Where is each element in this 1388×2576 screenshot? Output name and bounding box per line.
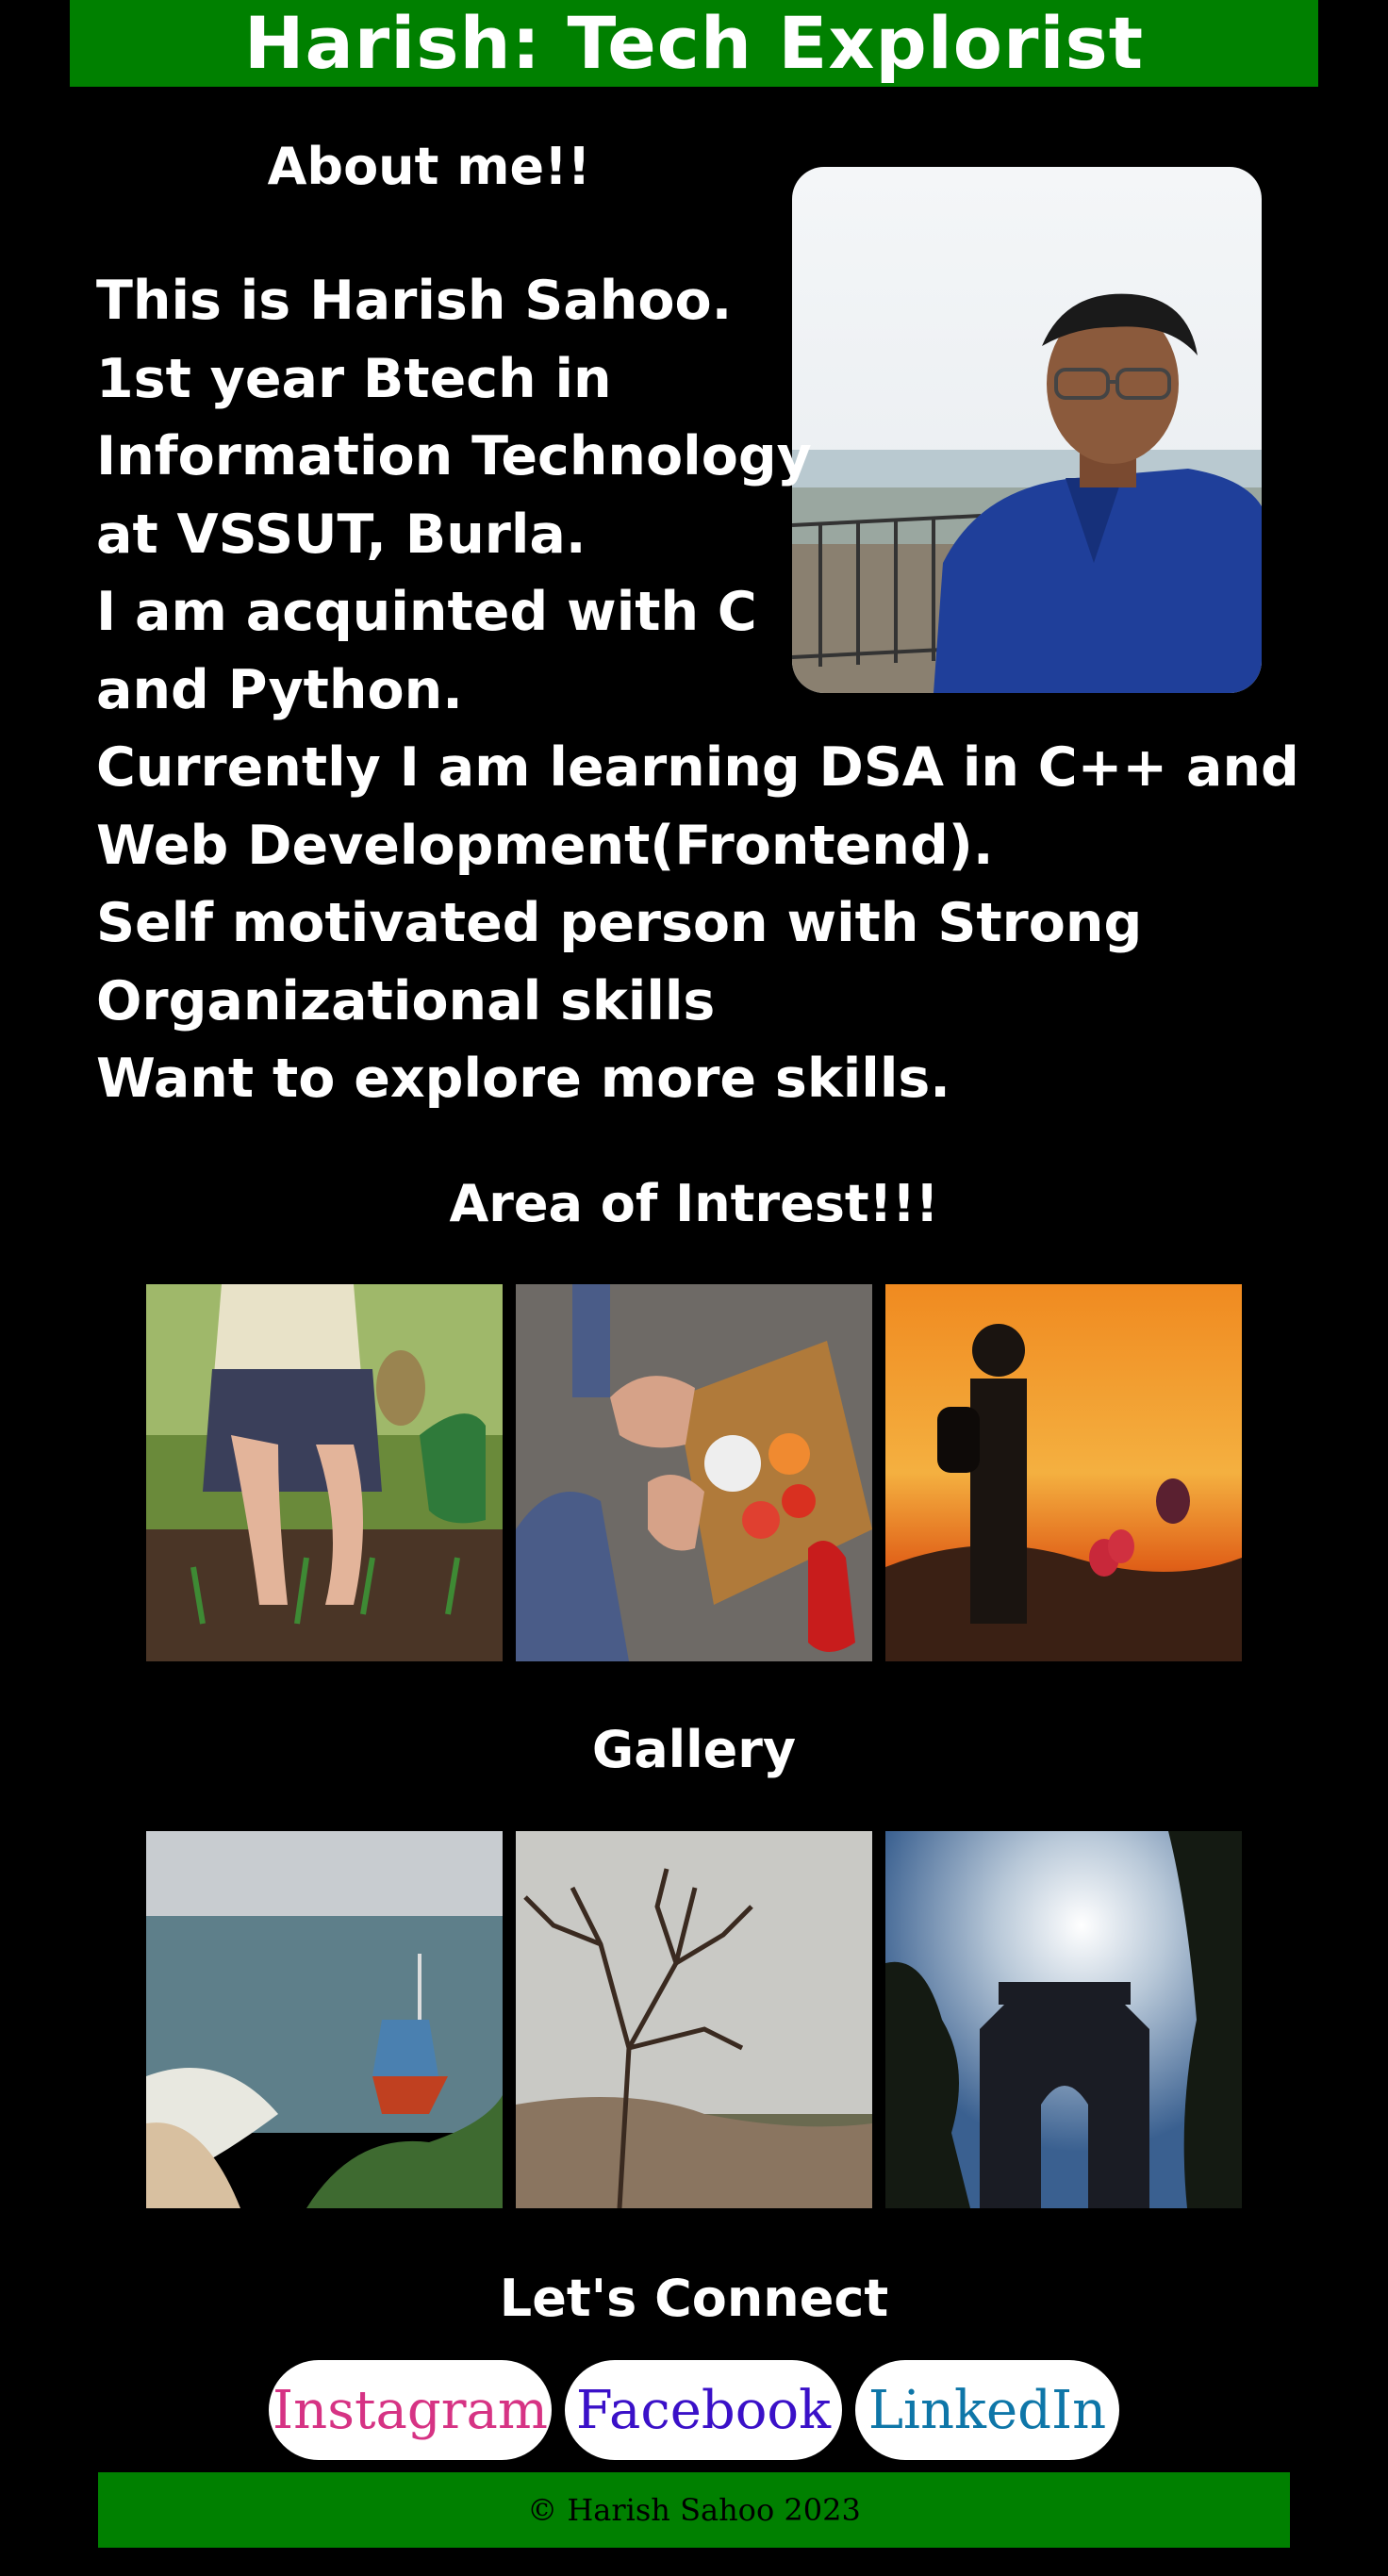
about-line: Organizational skills: [96, 969, 716, 1032]
about-line: Want to explore more skills.: [96, 1048, 950, 1110]
about-line: This is Harish Sahoo.: [96, 270, 733, 332]
about-line: 1st year Btech in: [96, 347, 612, 410]
connect-title: Let's Connect: [499, 2269, 889, 2328]
about-line: at VSSUT, Burla.: [96, 503, 587, 566]
copyright-text: © Harish Sahoo 2023: [527, 2492, 861, 2528]
site-title: Harish: Tech Explorist: [243, 1, 1145, 85]
about-line: and Python.: [96, 658, 463, 721]
facebook-link[interactable]: Facebook: [565, 2360, 842, 2460]
instagram-link[interactable]: Instagram: [269, 2360, 552, 2460]
interest-photography-image: [885, 1284, 1242, 1661]
interest-cooking-image: [516, 1284, 872, 1661]
interest-gardening-image: [146, 1284, 503, 1661]
about-text: This is Harish Sahoo. 1st year Btech in …: [96, 262, 1299, 1118]
about-line: I am acquinted with C: [96, 581, 757, 643]
gallery-india-gate-image: [885, 1831, 1242, 2208]
about-line: Information Technology: [96, 425, 812, 487]
gallery-beach-image: [146, 1831, 503, 2208]
site-footer: © Harish Sahoo 2023: [98, 2472, 1290, 2548]
about-line: Currently I am learning DSA in C++ and: [96, 736, 1299, 799]
linkedin-link[interactable]: LinkedIn: [855, 2360, 1119, 2460]
gallery-tree-image: [516, 1831, 872, 2208]
interest-title: Area of Intrest!!!: [449, 1174, 939, 1233]
about-title: About me!!: [267, 137, 591, 196]
about-line: Web Development(Frontend).: [96, 814, 994, 877]
social-links: Instagram Facebook LinkedIn: [0, 2360, 1388, 2460]
about-line: Self motivated person with Strong: [96, 892, 1143, 954]
site-header: Harish: Tech Explorist: [70, 0, 1318, 87]
gallery-title: Gallery: [591, 1720, 797, 1779]
